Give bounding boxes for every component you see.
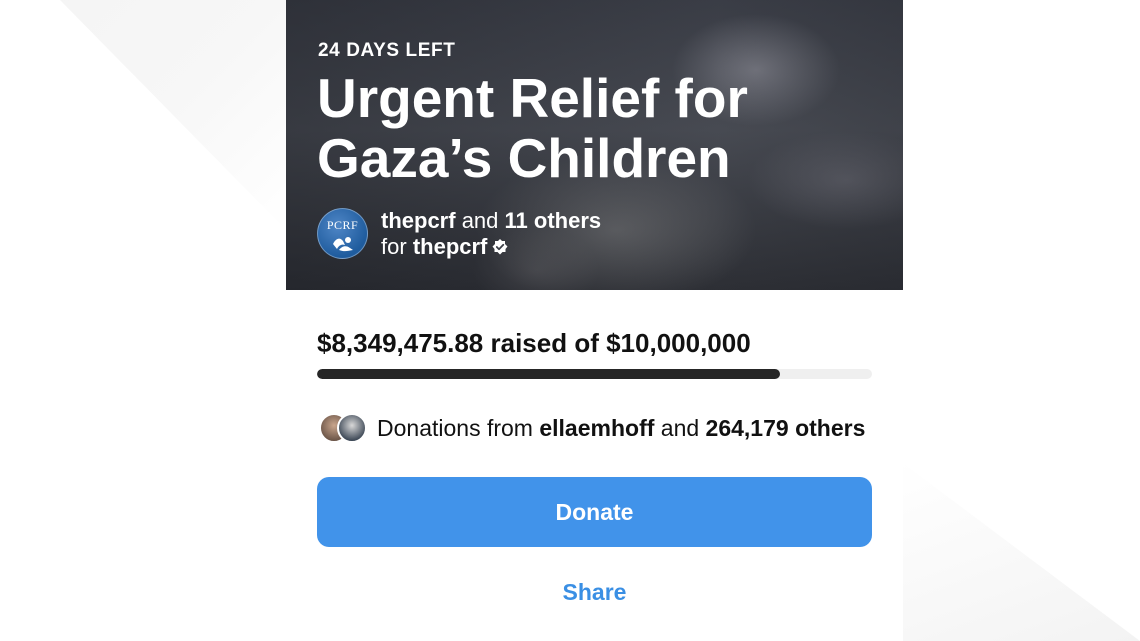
donors-others-link[interactable]: 264,179 others — [706, 415, 866, 441]
donations-from-text: Donations from — [377, 415, 533, 441]
hero-image: 24 DAYS LEFT Urgent Relief for Gaza’s Ch… — [286, 0, 903, 290]
fundraising-progress-bar — [317, 369, 872, 379]
raised-amount-text: $8,349,475.88 raised of $10,000,000 — [317, 328, 751, 358]
share-button[interactable]: Share — [317, 579, 872, 606]
donor-avatars — [319, 413, 369, 443]
beneficiary-for-text: for — [381, 234, 407, 259]
verified-badge-icon — [491, 236, 509, 262]
donor-avatar — [337, 413, 367, 443]
beneficiary-line: for thepcrf — [381, 234, 509, 262]
donor-name-link[interactable]: ellaemhoff — [539, 415, 654, 441]
hands-logo-icon — [333, 237, 353, 252]
organizer-name-link[interactable]: thepcrf — [381, 208, 456, 233]
organizer-and-text: and — [461, 208, 499, 233]
donations-and-text: and — [660, 415, 700, 441]
organizer-others-link[interactable]: 11 others — [505, 208, 602, 233]
background-wedge-left — [60, 0, 286, 230]
organizer-logo-text: PCRF — [326, 218, 359, 232]
beneficiary-name-link[interactable]: thepcrf — [413, 234, 488, 259]
fundraiser-card: 24 DAYS LEFT Urgent Relief for Gaza’s Ch… — [286, 0, 903, 641]
donations-summary: Donations from ellaemhoff and 264,179 ot… — [377, 415, 865, 442]
background-wedge-right — [900, 461, 1140, 641]
donate-button[interactable]: Donate — [317, 477, 872, 547]
fundraiser-title: Urgent Relief for Gaza’s Children — [317, 67, 748, 189]
days-left-label: 24 DAYS LEFT — [318, 40, 456, 61]
organizer-avatar[interactable]: PCRF — [317, 208, 368, 259]
progress-bar-fill — [317, 369, 781, 379]
organizer-line: thepcrf and 11 others — [381, 208, 601, 234]
